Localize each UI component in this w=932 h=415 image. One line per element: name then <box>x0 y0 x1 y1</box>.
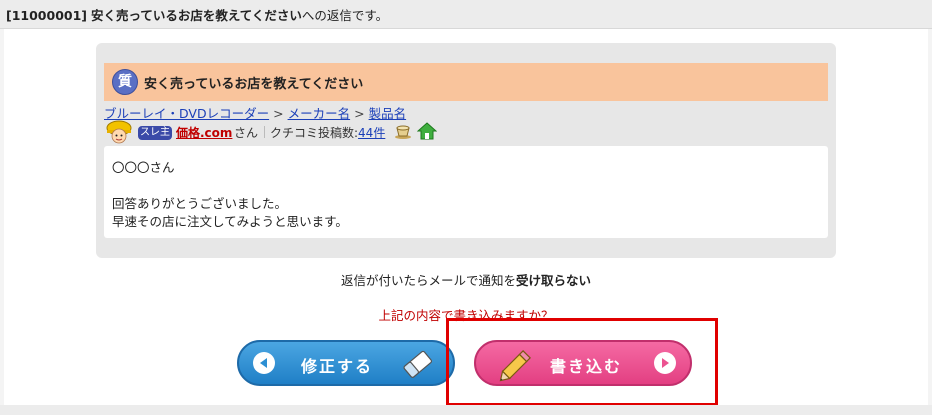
user-name-link[interactable]: 価格.com <box>176 124 232 141</box>
home-icon[interactable] <box>417 121 437 141</box>
breadcrumb-separator: > <box>273 106 284 121</box>
header-bar: [11000001] 安く売っているお店を教えてくださいへの返信です。 <box>0 0 932 29</box>
question-badge-icon: 質 <box>112 69 138 95</box>
edit-button-label: 修正する <box>301 357 374 376</box>
message-line: 早速その店に注文してみようと思います。 <box>112 214 348 229</box>
message-line: 回答ありがとうございました。 <box>112 196 288 211</box>
back-arrow-icon <box>253 352 275 374</box>
highlight-box <box>446 318 718 406</box>
breadcrumb-product[interactable]: 製品名 <box>369 106 407 121</box>
message-body: 〇〇〇さん 回答ありがとうございました。 早速その店に注文してみようと思います。 <box>104 146 828 238</box>
post-count: クチコミ投稿数:44件 <box>270 124 385 141</box>
post-count-label: クチコミ投稿数: <box>270 126 359 140</box>
breadcrumb-separator: > <box>354 106 365 121</box>
header-text: [11000001] 安く売っているお店を教えてくださいへの返信です。 <box>6 5 388 24</box>
post-count-link[interactable]: 44件 <box>358 126 385 140</box>
question-title: 安く売っているお店を教えてください <box>144 77 364 92</box>
eraser-icon <box>403 350 433 378</box>
notify-emphasis: 受け取らない <box>516 273 592 288</box>
notify-prefix: 返信が付いたらメールで通知を <box>340 273 516 288</box>
bottom-strip <box>0 405 932 415</box>
rank-cup-icon <box>395 125 411 139</box>
avatar-icon <box>106 120 132 144</box>
thread-owner-badge: スレ主 <box>138 126 172 140</box>
header-suffix: への返信です。 <box>301 8 389 23</box>
thread-id: [11000001] <box>6 8 88 23</box>
user-honorific: さん <box>234 126 259 140</box>
message-line: 〇〇〇さん <box>112 160 175 175</box>
breadcrumb-maker[interactable]: メーカー名 <box>288 106 351 121</box>
notify-setting: 返信が付いたらメールで通知を受け取らない <box>0 270 932 289</box>
thread-title: 安く売っているお店を教えてください <box>91 8 302 23</box>
divider <box>264 126 265 138</box>
edit-button[interactable]: 修正する <box>237 340 455 386</box>
breadcrumb: ブルーレイ・DVDレコーダー > メーカー名 > 製品名 <box>104 103 406 122</box>
breadcrumb-category[interactable]: ブルーレイ・DVDレコーダー <box>104 106 269 121</box>
